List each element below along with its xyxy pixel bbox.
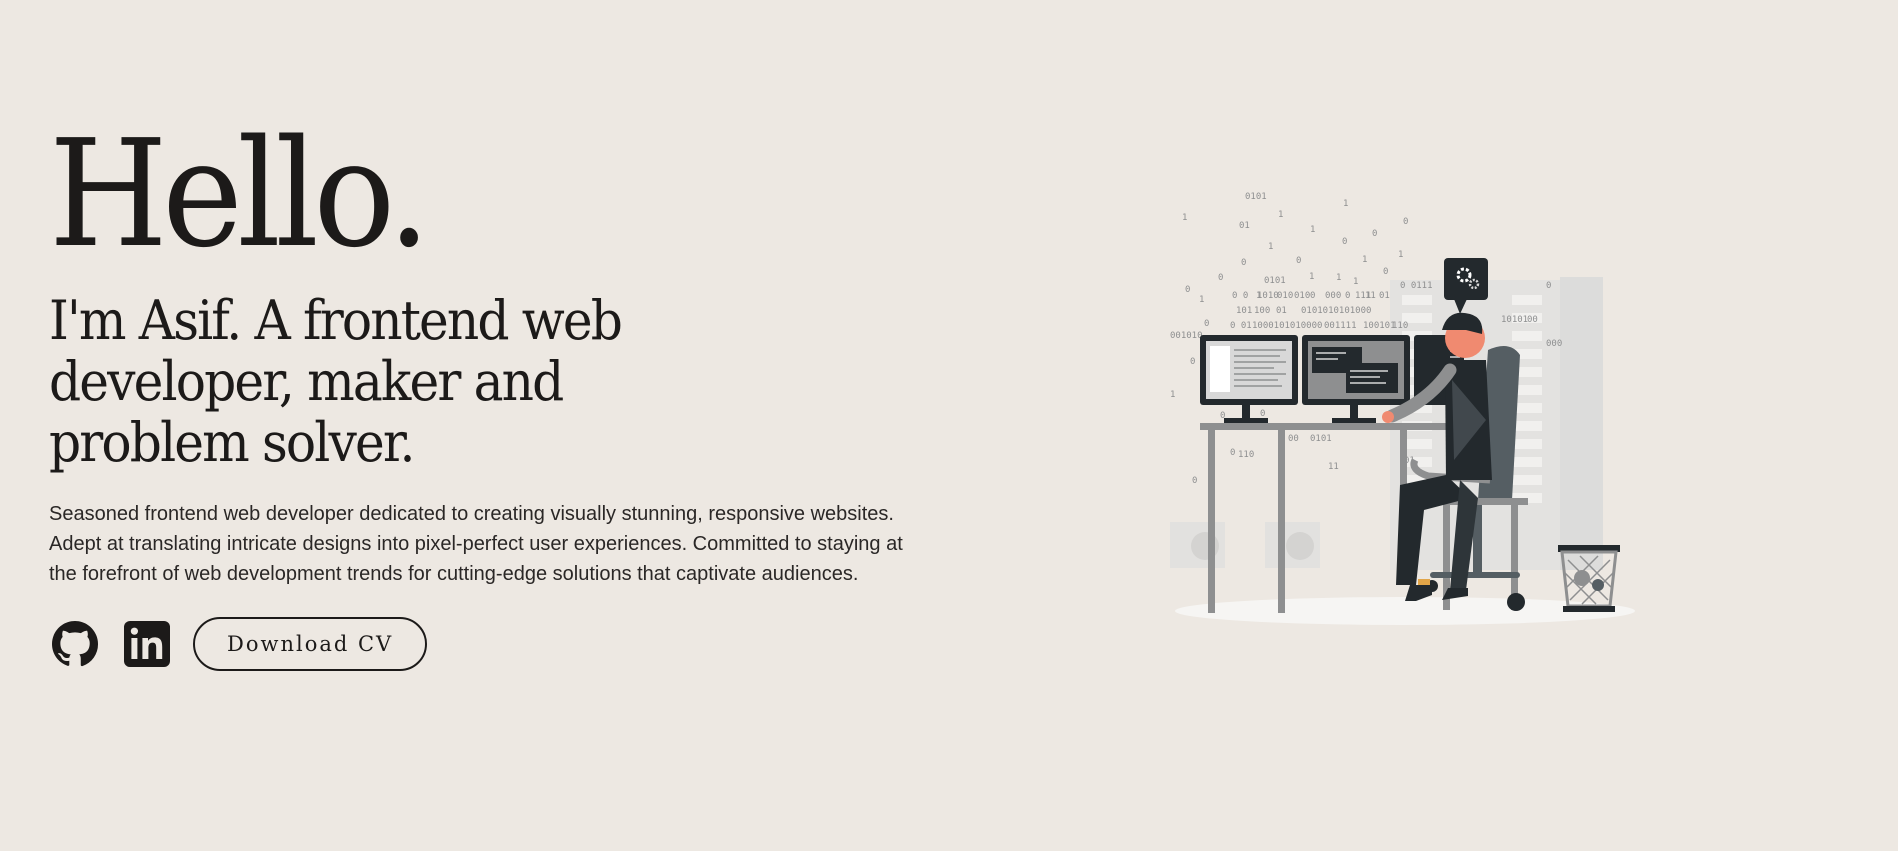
speaker-boxes-graphic <box>1170 522 1320 568</box>
binary-digit-12: 1 <box>1362 255 1367 265</box>
binary-digit-33: 01 <box>1379 291 1390 301</box>
binary-digit-29: 000 <box>1325 291 1341 301</box>
binary-digit-24: 0 0 <box>1232 291 1248 301</box>
developer-at-desk-image: 0101 1 01 1 1 0 0 1 0 1 0 0 1 1 0 0101 1… <box>1170 192 1635 625</box>
binary-digit-57: 0 <box>1230 448 1235 458</box>
binary-digit-32: 11 <box>1365 291 1376 301</box>
binary-digit-8: 0 <box>1342 237 1347 247</box>
binary-digit-59: 11 <box>1328 462 1339 472</box>
binary-digit-2: 01 <box>1239 221 1250 231</box>
binary-digit-58: 110 <box>1238 450 1254 460</box>
binary-digit-15: 0101 <box>1264 276 1286 286</box>
binary-digit-49: 0 <box>1190 357 1195 367</box>
binary-digit-42: 0 01 <box>1230 321 1252 331</box>
binary-digit-44: 001111 <box>1324 321 1357 331</box>
binary-digit-7: 1 <box>1310 225 1315 235</box>
hero-section: Hello. I'm Asif. A frontend web develope… <box>49 120 929 671</box>
binary-digit-43: 1000101010000 <box>1252 321 1322 331</box>
binary-digit-27: 010 <box>1294 291 1310 301</box>
binary-digit-40: 00 <box>1527 315 1538 325</box>
tagline-heading: I'm Asif. A frontend web developer, make… <box>49 289 623 474</box>
binary-digit-5: 0 <box>1372 229 1377 239</box>
binary-digit-46: 110 <box>1392 321 1408 331</box>
developer-illustration: 0101 1 01 1 1 0 0 1 0 1 0 0 1 1 0 0101 1… <box>1160 180 1650 630</box>
binary-digit-37: 0101010101000 <box>1301 306 1371 316</box>
binary-digit-47: 001010 <box>1170 331 1203 341</box>
binary-digit-21: 0 <box>1383 267 1388 277</box>
binary-digit-4: 1 <box>1182 213 1187 223</box>
binary-digit-19: 0 0111 <box>1400 281 1433 291</box>
binary-digit-28: 0 <box>1310 291 1315 301</box>
binary-digit-16: 1 <box>1309 272 1314 282</box>
binary-digit-30: 0 <box>1345 291 1350 301</box>
binary-digit-45: 100101 <box>1363 321 1396 331</box>
binary-digit-35: 100 <box>1254 306 1270 316</box>
binary-digit-11: 0 <box>1296 256 1301 266</box>
binary-digit-54: 000 <box>1546 339 1562 349</box>
binary-digit-39: 10101 <box>1501 315 1528 325</box>
binary-digit-55: 00 <box>1288 434 1299 444</box>
binary-digit-0: 0101 <box>1245 192 1267 202</box>
bio-paragraph: Seasoned frontend web developer dedicate… <box>49 503 903 585</box>
github-icon <box>52 621 99 667</box>
binary-digit-9: 1 <box>1268 242 1273 252</box>
binary-digit-50: 1 <box>1170 390 1175 400</box>
binary-digit-26: 010 <box>1277 291 1293 301</box>
github-link[interactable] <box>49 618 101 670</box>
binary-digit-36: 01 <box>1276 306 1287 316</box>
linkedin-link[interactable] <box>121 618 173 670</box>
binary-digit-53: 0 <box>1260 409 1265 419</box>
binary-digit-25: 1010 <box>1257 291 1279 301</box>
binary-digit-13: 1 <box>1398 250 1403 260</box>
binary-digit-18: 1 <box>1353 277 1358 287</box>
binary-digit-61: 0 <box>1192 476 1197 486</box>
binary-digit-56: 0101 <box>1310 434 1332 444</box>
download-cv-button[interactable]: Download CV <box>193 617 428 671</box>
binary-digit-3: 1 <box>1278 210 1283 220</box>
greeting-heading: Hello. <box>49 108 431 280</box>
portfolio-hero-page: Hello. I'm Asif. A frontend web develope… <box>0 0 1898 851</box>
binary-digit-14: 0 <box>1218 273 1223 283</box>
hero-actions: Download CV <box>49 617 929 671</box>
binary-digit-17: 1 <box>1336 273 1341 283</box>
binary-digit-1: 1 <box>1343 199 1348 209</box>
binary-digit-10: 0 <box>1241 258 1246 268</box>
linkedin-icon <box>124 621 170 667</box>
binary-digit-48: 0 <box>1204 319 1209 329</box>
binary-digit-6: 0 <box>1403 217 1408 227</box>
binary-digit-41: 0 <box>1546 281 1551 291</box>
binary-digit-23: 1 <box>1199 295 1204 305</box>
binary-digit-22: 0 <box>1185 285 1190 295</box>
binary-digit-34: 101 <box>1236 306 1252 316</box>
